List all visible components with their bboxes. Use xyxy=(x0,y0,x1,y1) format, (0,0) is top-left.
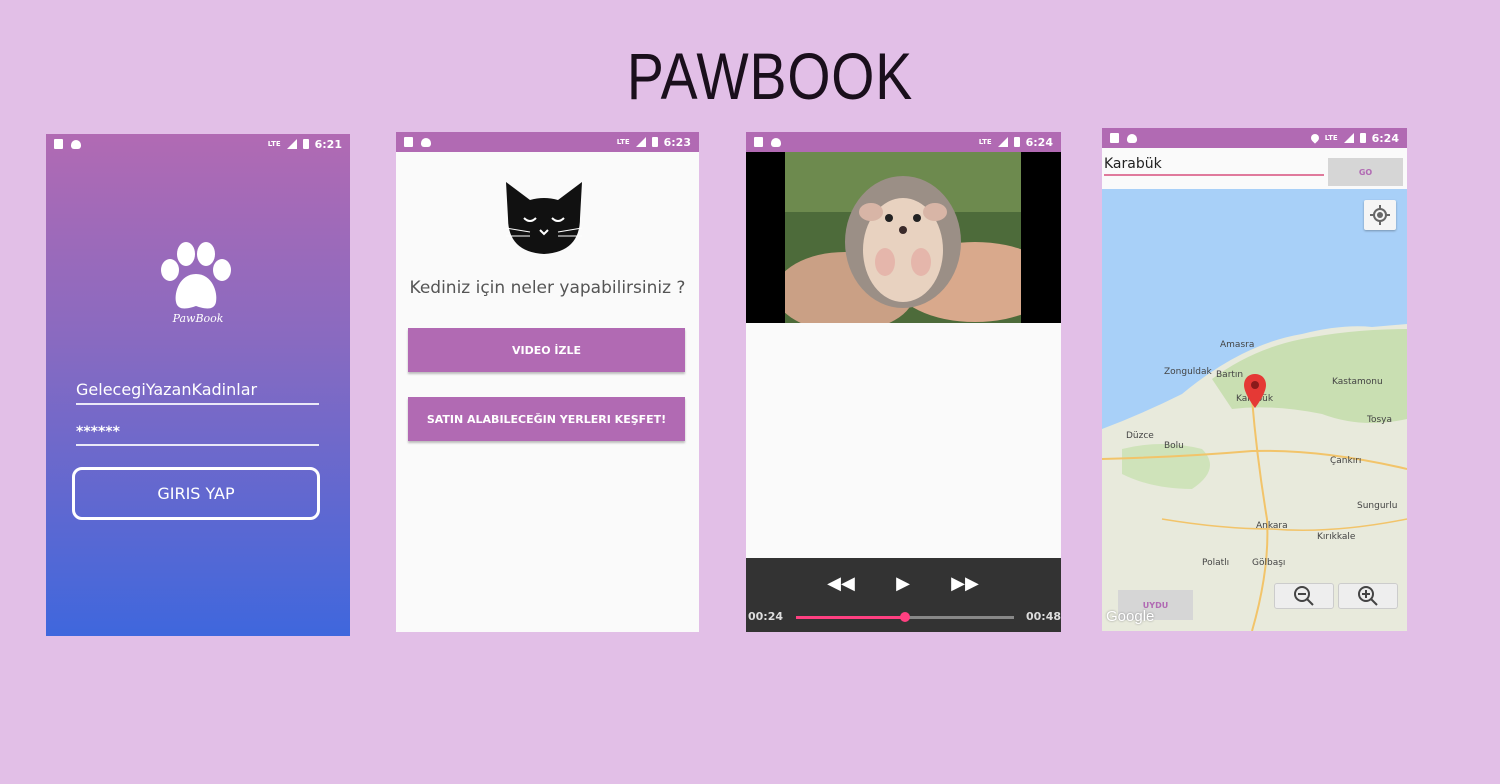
battery-icon xyxy=(651,137,658,147)
signal-icon xyxy=(1343,133,1354,143)
menu-screen: LTE 6:23 Kediniz için neler yapabilirsini… xyxy=(396,132,699,632)
clock: 6:21 xyxy=(314,137,342,151)
status-bar: LTE 6:23 xyxy=(396,132,699,152)
map-place-label: Kastamonu xyxy=(1332,377,1383,387)
zoom-out-button[interactable] xyxy=(1274,583,1334,609)
zoom-out-icon xyxy=(1294,586,1314,606)
logo-text: PawBook xyxy=(172,312,224,325)
login-screen: LTE 6:21 PawBook GelecegiYazanKadinlar **… xyxy=(46,134,350,636)
map-place-label: Ankara xyxy=(1256,521,1288,531)
location-icon xyxy=(1309,132,1321,144)
watch-video-button[interactable]: VIDEO İZLE xyxy=(408,328,685,372)
location-search-input[interactable]: Karabük xyxy=(1104,156,1324,176)
map-screen: LTE 6:24 Karabük GO Amasra Zonguldak Bart… xyxy=(1102,128,1407,631)
fast-forward-icon[interactable]: ▶▶ xyxy=(950,572,980,596)
battery-icon xyxy=(1359,133,1366,143)
status-bar: LTE 6:24 xyxy=(1102,128,1407,148)
seek-bar[interactable] xyxy=(796,612,1014,622)
zoom-in-icon xyxy=(1358,586,1378,606)
username-field[interactable]: GelecegiYazanKadinlar xyxy=(76,380,319,405)
android-debug-icon xyxy=(1127,133,1137,143)
map-marker-icon[interactable] xyxy=(1244,374,1266,408)
lte-icon: LTE xyxy=(978,138,992,146)
map-place-label: Bolu xyxy=(1164,441,1184,451)
android-debug-icon xyxy=(71,139,81,149)
map-place-label: Gölbaşı xyxy=(1252,558,1286,568)
map-place-label: Zonguldak xyxy=(1164,367,1212,377)
map-place-label: Polatlı xyxy=(1202,558,1230,568)
map-place-label: Kırıkkale xyxy=(1317,532,1356,542)
total-time: 00:48 xyxy=(1026,610,1061,623)
sd-card-icon xyxy=(54,139,63,149)
password-field[interactable]: ****** xyxy=(76,424,319,446)
paw-logo-icon xyxy=(161,242,231,309)
battery-icon xyxy=(1013,137,1020,147)
lte-icon: LTE xyxy=(1324,134,1338,142)
sd-card-icon xyxy=(404,137,413,147)
discover-stores-button[interactable]: SATIN ALABILECEĞIN YERLERI KEŞFET! xyxy=(408,397,685,441)
video-player[interactable] xyxy=(746,152,1061,323)
go-button[interactable]: GO xyxy=(1328,158,1403,186)
current-time: 00:24 xyxy=(748,610,784,623)
cat-face-icon xyxy=(505,182,583,254)
clock: 6:24 xyxy=(1025,135,1053,149)
video-screen: LTE 6:24 ◀◀ ▶ ▶▶ 00:24 00:48 xyxy=(746,132,1061,632)
map-place-label: Düzce xyxy=(1126,431,1154,441)
status-bar: LTE 6:24 xyxy=(746,132,1061,152)
map-place-label: Bartın xyxy=(1216,370,1244,380)
battery-icon xyxy=(302,139,309,149)
page-title: PAWBOOK xyxy=(626,39,914,113)
signal-icon xyxy=(635,137,646,147)
zoom-in-button[interactable] xyxy=(1338,583,1398,609)
play-icon[interactable]: ▶ xyxy=(888,572,918,596)
map-place-label: Sungurlu xyxy=(1357,501,1398,511)
sd-card-icon xyxy=(754,137,763,147)
android-debug-icon xyxy=(421,137,431,147)
clock: 6:23 xyxy=(663,135,691,149)
sd-card-icon xyxy=(1110,133,1119,143)
question-text: Kediniz için neler yapabilirsiniz ? xyxy=(409,278,686,298)
media-controls: ◀◀ ▶ ▶▶ 00:24 00:48 xyxy=(746,558,1061,632)
login-button[interactable]: GIRIS YAP xyxy=(72,467,320,520)
google-logo: Google xyxy=(1106,608,1155,625)
seek-bar-progress xyxy=(796,616,905,619)
clock: 6:24 xyxy=(1371,131,1399,145)
map-place-label: Amasra xyxy=(1220,340,1255,350)
signal-icon xyxy=(997,137,1008,147)
lte-icon: LTE xyxy=(267,140,281,148)
status-bar: LTE 6:21 xyxy=(46,134,350,154)
seek-bar-thumb[interactable] xyxy=(900,612,910,622)
hedgehog-video-frame xyxy=(785,152,1021,323)
map-place-label: Çankırı xyxy=(1330,456,1362,466)
crosshair-icon xyxy=(1370,205,1390,225)
android-debug-icon xyxy=(771,137,781,147)
lte-icon: LTE xyxy=(616,138,630,146)
rewind-icon[interactable]: ◀◀ xyxy=(826,572,856,596)
signal-icon xyxy=(286,139,297,149)
my-location-button[interactable] xyxy=(1364,200,1396,230)
map-place-label: Tosya xyxy=(1367,415,1393,425)
